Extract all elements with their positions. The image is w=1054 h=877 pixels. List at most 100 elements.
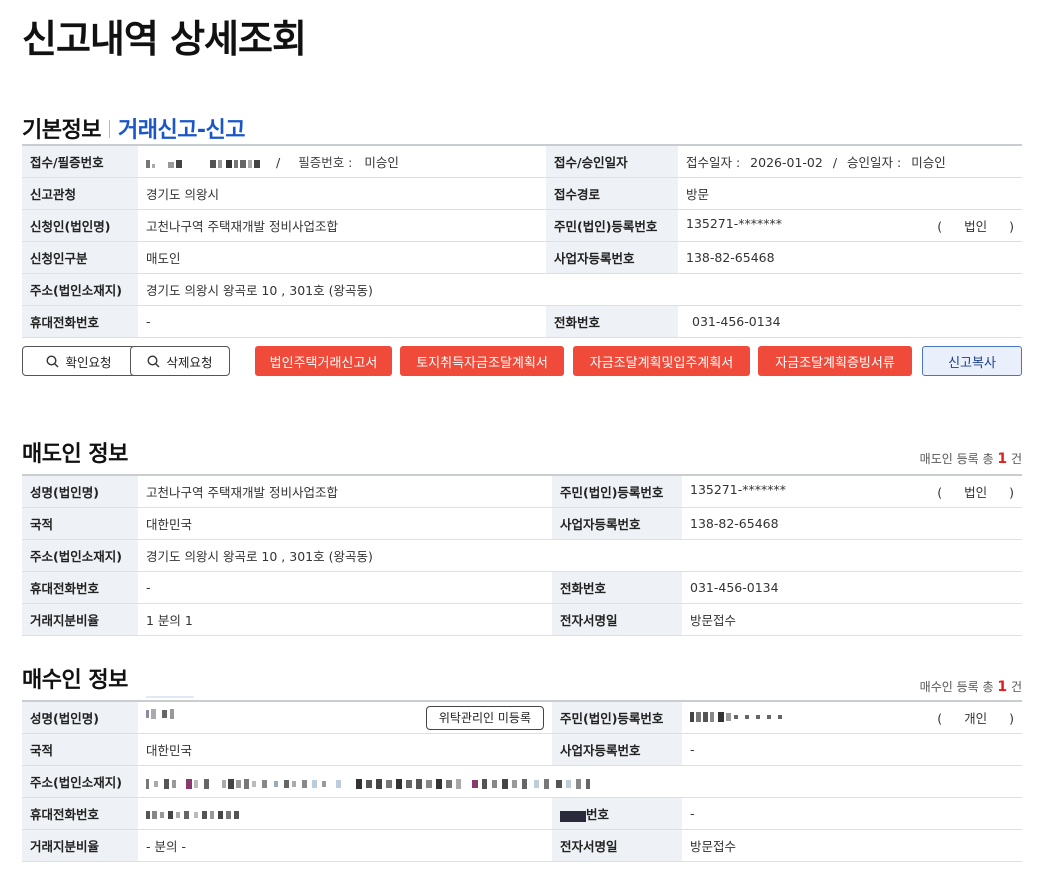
fund-evidence-button[interactable]: 자금조달계획증빙서류 <box>758 346 912 376</box>
receipt-date: 2026-01-02 <box>750 155 823 170</box>
buyer-regno-value: (개인) <box>682 700 1022 734</box>
regno-label: 주민(법인)등록번호 <box>546 209 678 242</box>
basic-info-title: 기본정보 <box>22 118 101 143</box>
redacted-buyer-mobile <box>146 810 239 819</box>
buyer-share-value: - 분의 - <box>138 829 552 862</box>
table-row: 휴대전화번호 번호 - <box>22 797 1022 830</box>
table-row: 주소(법인소재지) 경기도 의왕시 왕곡로 10 , 301호 (왕곡동) <box>22 539 1022 572</box>
table-row: 성명(법인명) 위탁관리인 미등록 주민(법인)등록번호 (개인) <box>22 700 1022 734</box>
copy-report-button[interactable]: 신고복사 <box>922 346 1022 376</box>
seller-count: 매도인 등록 총 1 건 <box>919 451 1022 467</box>
seller-mobile-label: 휴대전화번호 <box>22 571 138 604</box>
trust-manager-button[interactable]: 위탁관리인 미등록 <box>425 705 544 730</box>
bizno-label: 사업자등록번호 <box>546 241 678 274</box>
table-row: 접수/필증번호 / 필증번호 : 미승인 접수/승인일자 접수일자 : 2026… <box>22 144 1022 178</box>
table-row: 신청인(법인명) 고천나구역 주택재개발 정비사업조합 주민(법인)등록번호 1… <box>22 209 1022 242</box>
buyer-name-value: 위탁관리인 미등록 <box>138 700 552 734</box>
redacted-receipt-number <box>146 159 260 168</box>
buyer-address-label: 주소(법인소재지) <box>22 765 138 798</box>
redacted-phone-label <box>560 810 586 822</box>
phone-value: 031-456-0134 <box>678 305 1022 338</box>
seller-name-label: 성명(법인명) <box>22 474 138 508</box>
regno-value: 135271-******* (법인) <box>678 209 1022 242</box>
table-row: 국적 대한민국 사업자등록번호 138-82-65468 <box>22 507 1022 540</box>
seller-regno-type: (법인) <box>937 485 1014 500</box>
receipt-label: 접수/필증번호 <box>22 144 138 178</box>
table-row: 거래지분비율 - 분의 - 전자서명일 방문접수 <box>22 829 1022 862</box>
office-label: 신고관청 <box>22 177 138 210</box>
basic-info-subtitle: 거래신고-신고 <box>117 118 246 143</box>
applicant-type-label: 신청인구분 <box>22 241 138 274</box>
route-value: 방문 <box>678 177 1022 210</box>
table-row: 거래지분비율 1 분의 1 전자서명일 방문접수 <box>22 603 1022 636</box>
seller-mobile-value: - <box>138 571 552 604</box>
cert-number-label: 필증번호 : <box>298 155 353 170</box>
applicant-type-value: 매도인 <box>138 241 546 274</box>
table-row: 성명(법인명) 고천나구역 주택재개발 정비사업조합 주민(법인)등록번호 13… <box>22 474 1022 508</box>
fund-move-in-plan-button[interactable]: 자금조달계획및입주계획서 <box>573 346 750 376</box>
basic-info-table: 접수/필증번호 / 필증번호 : 미승인 접수/승인일자 접수일자 : 2026… <box>22 144 1022 338</box>
buyer-regno-label: 주민(법인)등록번호 <box>552 700 682 734</box>
land-fund-plan-button[interactable]: 토지취득자금조달계획서 <box>400 346 564 376</box>
table-row: 신청인구분 매도인 사업자등록번호 138-82-65468 <box>22 241 1022 274</box>
buyer-phone-value: - <box>682 797 1022 830</box>
buyer-name-label: 성명(법인명) <box>22 700 138 734</box>
table-row: 휴대전화번호 - 전화번호 031-456-0134 <box>22 305 1022 338</box>
buyer-info-title: 매수인 정보 <box>22 668 128 693</box>
focus-hint <box>146 696 194 698</box>
seller-bizno-value: 138-82-65468 <box>682 507 1022 540</box>
regno-type: (법인) <box>937 219 1014 234</box>
address-label: 주소(법인소재지) <box>22 273 138 306</box>
seller-bizno-label: 사업자등록번호 <box>552 507 682 540</box>
search-icon <box>46 354 59 367</box>
cert-number-value: 미승인 <box>364 155 399 170</box>
seller-share-value: 1 분의 1 <box>138 603 552 636</box>
seller-address-label: 주소(법인소재지) <box>22 539 138 572</box>
phone-label: 전화번호 <box>546 305 678 338</box>
buyer-count: 매수인 등록 총 1 건 <box>919 679 1022 695</box>
buyer-phone-label: 번호 <box>552 797 682 830</box>
mobile-value: - <box>138 305 546 338</box>
redacted-buyer-name <box>146 709 174 719</box>
approve-date-label: 접수/승인일자 <box>546 144 678 178</box>
seller-sign-label: 전자서명일 <box>552 603 682 636</box>
seller-info-title: 매도인 정보 <box>22 442 128 467</box>
seller-info-table: 성명(법인명) 고천나구역 주택재개발 정비사업조합 주민(법인)등록번호 13… <box>22 474 1022 636</box>
seller-phone-value: 031-456-0134 <box>682 571 1022 604</box>
table-row: 주소(법인소재지) 경기도 의왕시 왕곡로 10 , 301호 (왕곡동) <box>22 273 1022 306</box>
buyer-sign-label: 전자서명일 <box>552 829 682 862</box>
approve-date-value: 접수일자 : 2026-01-02 / 승인일자 : 미승인 <box>678 144 1022 178</box>
buyer-address-value <box>138 765 1022 798</box>
delete-request-button[interactable]: 삭제요청 <box>130 346 230 376</box>
seller-regno-value: 135271-******* (법인) <box>682 474 1022 508</box>
applicant-value: 고천나구역 주택재개발 정비사업조합 <box>138 209 546 242</box>
seller-name-value: 고천나구역 주택재개발 정비사업조합 <box>138 474 552 508</box>
office-value: 경기도 의왕시 <box>138 177 546 210</box>
page-title: 신고내역 상세조회 <box>22 17 307 61</box>
confirm-request-button[interactable]: 확인요청 <box>22 346 136 376</box>
table-row: 신고관청 경기도 의왕시 접수경로 방문 <box>22 177 1022 210</box>
seller-share-label: 거래지분비율 <box>22 603 138 636</box>
redacted-buyer-regno <box>690 711 782 722</box>
search-icon <box>147 354 160 367</box>
table-row: 국적 대한민국 사업자등록번호 - <box>22 733 1022 766</box>
buyer-sign-value: 방문접수 <box>682 829 1022 862</box>
buyer-nation-label: 국적 <box>22 733 138 766</box>
corporate-housing-report-button[interactable]: 법인주택거래신고서 <box>255 346 392 376</box>
seller-address-value: 경기도 의왕시 왕곡로 10 , 301호 (왕곡동) <box>138 539 1022 572</box>
seller-regno-label: 주민(법인)등록번호 <box>552 474 682 508</box>
buyer-bizno-label: 사업자등록번호 <box>552 733 682 766</box>
mobile-label: 휴대전화번호 <box>22 305 138 338</box>
divider <box>108 120 110 138</box>
seller-sign-value: 방문접수 <box>682 603 1022 636</box>
buyer-bizno-value: - <box>682 733 1022 766</box>
seller-nation-value: 대한민국 <box>138 507 552 540</box>
seller-nation-label: 국적 <box>22 507 138 540</box>
table-row: 휴대전화번호 - 전화번호 031-456-0134 <box>22 571 1022 604</box>
buyer-mobile-value <box>138 797 552 830</box>
buyer-nation-value: 대한민국 <box>138 733 552 766</box>
buyer-share-label: 거래지분비율 <box>22 829 138 862</box>
approve-date: 미승인 <box>911 155 946 170</box>
buyer-regno-type: (개인) <box>937 711 1014 726</box>
receipt-value: / 필증번호 : 미승인 <box>138 144 546 178</box>
